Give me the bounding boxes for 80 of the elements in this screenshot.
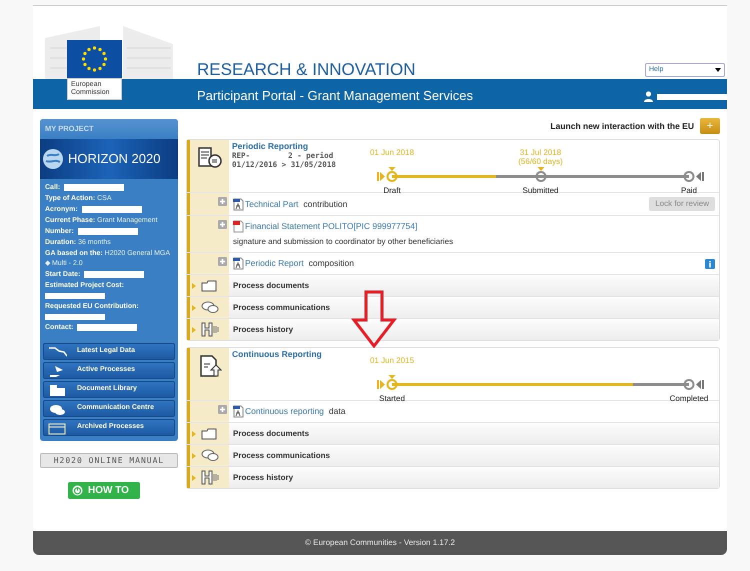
history-icon xyxy=(201,322,221,337)
redaction-bar xyxy=(78,228,138,235)
section-label: Process documents xyxy=(233,280,310,292)
document-note: contribution xyxy=(303,198,348,210)
end-marker-icon xyxy=(696,380,704,389)
redaction-bar xyxy=(657,94,727,100)
eu-flag-icon xyxy=(67,40,122,78)
document-description: signature and submission to coordinator by other beneficiaries xyxy=(233,236,454,248)
expand-arrow-icon[interactable] xyxy=(192,282,196,288)
start-marker-icon xyxy=(377,380,385,389)
pdf-file-icon xyxy=(233,220,244,233)
form-file-icon xyxy=(233,405,244,418)
form-file-icon xyxy=(233,198,244,210)
expand-arrow-icon[interactable] xyxy=(192,326,196,332)
redaction-bar xyxy=(77,324,138,331)
stage-label: Started xyxy=(379,393,405,405)
process-title[interactable]: Continuous Reporting xyxy=(232,350,362,359)
document-link[interactable]: Periodic Report xyxy=(245,257,304,270)
section-row[interactable]: Process history xyxy=(229,467,719,488)
speech-bubbles-icon xyxy=(201,449,219,462)
expand-arrow-icon[interactable] xyxy=(192,304,196,310)
section-row[interactable]: Process communications xyxy=(229,297,719,318)
program-banner: HORIZON 2020 xyxy=(40,139,178,179)
expand-button[interactable] xyxy=(218,197,227,206)
section-row[interactable]: Process history xyxy=(229,319,719,340)
user-icon xyxy=(644,91,653,102)
manual-button[interactable]: H2020 ONLINE MANUAL xyxy=(40,453,178,468)
stage-label: Completed xyxy=(670,393,708,405)
redaction-bar xyxy=(45,293,105,299)
document-link[interactable]: Technical Part xyxy=(245,198,298,210)
history-icon xyxy=(201,470,221,485)
launch-label: Launch new interaction with the EU xyxy=(550,120,694,132)
stage-date: 01 Jun 2018 xyxy=(370,148,414,157)
start-marker-icon xyxy=(377,172,385,181)
power-icon xyxy=(72,485,83,496)
footer-text: © European Communities - Version 1.17.2 xyxy=(305,537,455,549)
expand-button[interactable] xyxy=(218,220,227,229)
dropdown-caret-icon xyxy=(715,68,721,72)
stage-date: 01 Jun 2015 xyxy=(370,356,414,365)
stage-note: (56/60 days) xyxy=(518,157,563,166)
pointer-icon xyxy=(388,167,396,171)
section-row[interactable]: Process documents xyxy=(229,275,719,296)
document-link[interactable]: Continuous reporting xyxy=(245,405,324,418)
expand-arrow-icon[interactable] xyxy=(192,452,196,458)
expand-button[interactable] xyxy=(218,405,227,414)
section-label: Process history xyxy=(233,472,294,484)
redaction-bar xyxy=(45,314,105,320)
stage-label: Draft xyxy=(383,185,401,197)
stage-label: Submitted xyxy=(522,185,559,197)
section-label: Process communications xyxy=(233,302,330,314)
document-upload-icon xyxy=(198,354,222,378)
speech-bubbles-icon xyxy=(201,301,219,314)
globe-icon xyxy=(42,148,64,170)
expand-button[interactable] xyxy=(218,257,227,266)
portal-subtitle: Participant Portal - Grant Management Services xyxy=(197,87,474,105)
end-marker-icon xyxy=(696,172,704,181)
expand-arrow-icon[interactable] xyxy=(192,474,196,480)
section-label: Process communications xyxy=(233,450,330,462)
stage-date: 31 Jul 2018 xyxy=(520,148,562,157)
process-title[interactable]: Periodic Reporting xyxy=(232,142,362,151)
pointer-icon xyxy=(537,167,544,171)
section-row[interactable]: Process documents xyxy=(229,423,719,444)
section-label: Process documents xyxy=(233,428,310,440)
redaction-bar xyxy=(84,270,144,278)
arrow-annotation-drawing xyxy=(351,290,397,348)
section-row[interactable]: Process communications xyxy=(229,445,719,466)
redaction-bar xyxy=(82,206,142,213)
document-link[interactable]: Financial Statement POLITO[PIC 999977754] xyxy=(245,220,418,233)
form-file-icon xyxy=(233,257,244,270)
document-note: data xyxy=(328,405,346,418)
info-icon[interactable] xyxy=(705,258,715,268)
document-note: composition xyxy=(308,257,354,270)
portal-title: RESEARCH & INNOVATION xyxy=(197,59,416,81)
pointer-icon xyxy=(388,375,396,379)
expand-arrow-icon[interactable] xyxy=(192,430,196,436)
stage-label: Paid xyxy=(681,185,697,197)
folder-icon xyxy=(201,428,217,440)
folder-icon xyxy=(201,280,217,292)
section-label: Process history xyxy=(233,324,294,336)
redaction-bar xyxy=(64,184,124,191)
